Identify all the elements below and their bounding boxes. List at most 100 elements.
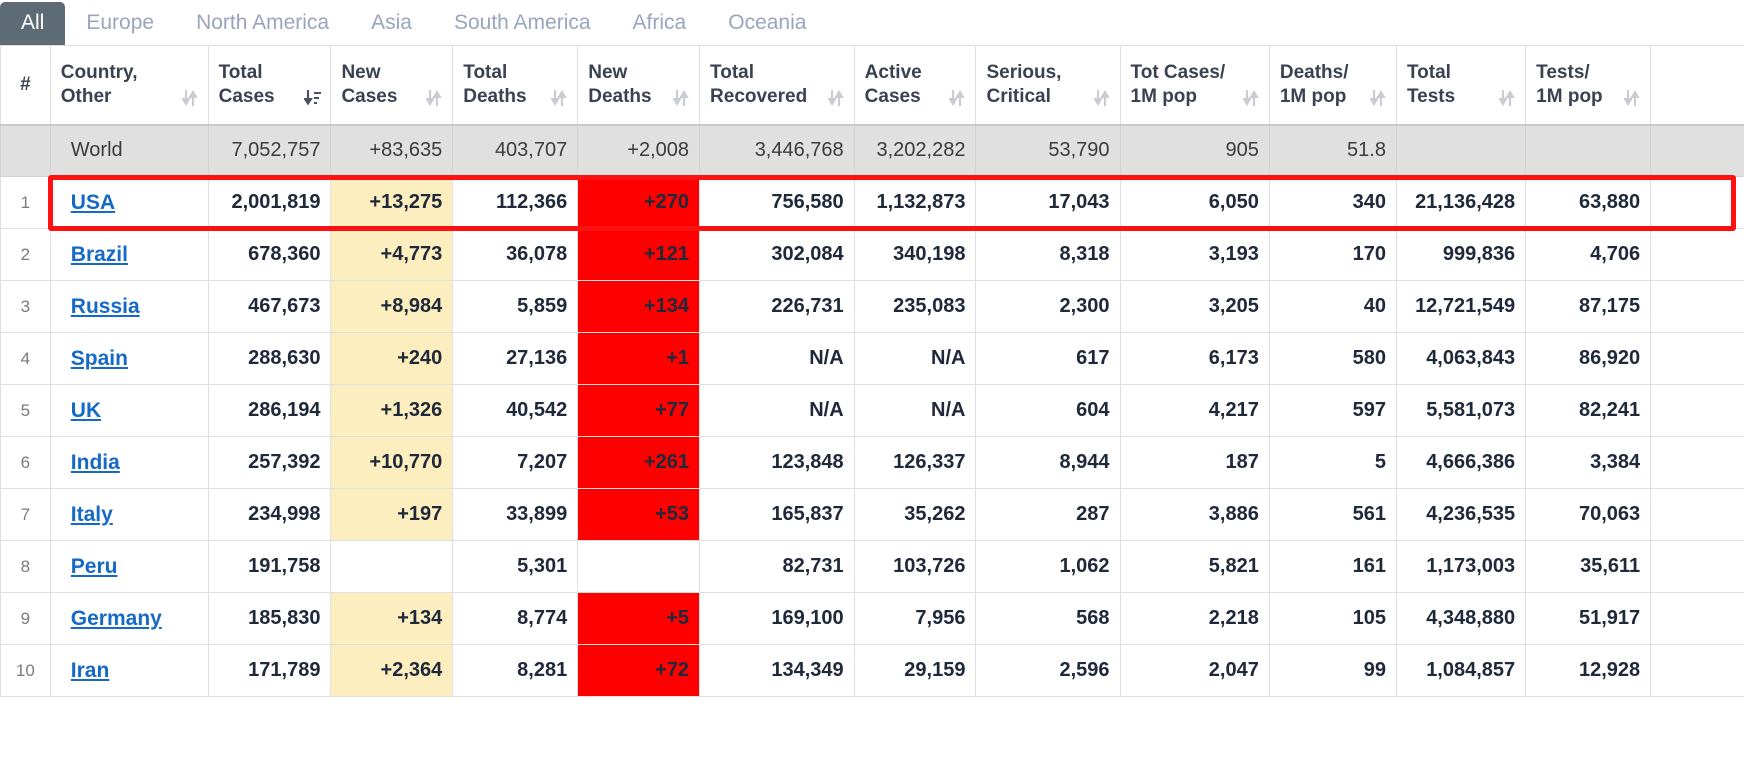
column-header-tests-1m[interactable]: Tests/ 1M pop — [1525, 45, 1652, 125]
sort-toggle-icon[interactable] — [949, 88, 966, 108]
tab-oceania[interactable]: Oceania — [707, 2, 827, 45]
sort-descending-active-icon[interactable] — [304, 88, 322, 108]
cell-total-recovered: 226,731 — [699, 280, 855, 333]
cell-hash — [0, 123, 51, 177]
cell-tests-1m — [1525, 123, 1652, 177]
cell-total-recovered: 165,837 — [699, 488, 855, 541]
cell-hash: 5 — [0, 384, 51, 437]
table-row: 1 USA 2,001,819 +13,275 112,366 +270 756,580 1,… — [0, 176, 1744, 229]
cell-country[interactable]: Brazil — [49, 228, 209, 281]
cell-total-cases: 257,392 — [207, 436, 332, 489]
cell-total-deaths: 8,281 — [452, 644, 579, 697]
tab-europe[interactable]: Europe — [65, 2, 175, 45]
cell-tot-cases-1m: 3,886 — [1119, 488, 1270, 541]
column-header-total-recovered[interactable]: Total Recovered — [699, 45, 855, 125]
sort-toggle-icon[interactable] — [1499, 88, 1515, 108]
column-header-label: Tests/ 1M pop — [1536, 61, 1603, 107]
column-header-total-deaths[interactable]: Total Deaths — [452, 45, 579, 125]
country-link-uk[interactable]: UK — [71, 399, 101, 422]
cell-country[interactable]: Peru — [49, 540, 209, 593]
column-header-label: Deaths/ 1M pop — [1279, 61, 1349, 107]
sort-toggle-icon[interactable] — [426, 88, 442, 108]
cell-hash: 8 — [0, 540, 51, 593]
cell-country[interactable]: Italy — [49, 488, 209, 541]
cell-serious-critical: 2,596 — [975, 644, 1121, 697]
column-header-country[interactable]: Country, Other — [49, 45, 209, 125]
column-header-serious-critical[interactable]: Serious, Critical — [975, 45, 1121, 125]
country-link-iran[interactable]: Iran — [71, 659, 110, 682]
covid-statistics-table: # Country, Other Total Cases New Cases Total… — [0, 45, 1744, 697]
cell-total-recovered: 123,848 — [699, 436, 855, 489]
column-header-total-tests[interactable]: Total Tests — [1395, 45, 1527, 125]
cell-total-deaths: 33,899 — [452, 488, 579, 541]
cell-deaths-1m: 5 — [1268, 436, 1397, 489]
country-link-usa[interactable]: USA — [71, 191, 115, 214]
cell-new-deaths: +270 — [577, 176, 701, 229]
cell-hash: 10 — [0, 644, 51, 697]
cell-country[interactable]: India — [49, 436, 209, 489]
cell-total-tests: 1,173,003 — [1395, 540, 1527, 593]
table-row: 2 Brazil 678,360 +4,773 36,078 +121 302,084 340… — [0, 228, 1744, 281]
cell-tests-1m: 87,175 — [1525, 280, 1652, 333]
cell-total-tests: 21,136,428 — [1395, 176, 1527, 229]
sort-toggle-icon[interactable] — [673, 88, 689, 108]
column-header-extra[interactable] — [1650, 45, 1744, 125]
country-link-spain[interactable]: Spain — [71, 347, 128, 370]
sort-toggle-icon[interactable] — [181, 88, 198, 108]
column-header-new-cases[interactable]: New Cases — [330, 45, 454, 125]
country-link-india[interactable]: India — [71, 451, 120, 474]
cell-total-recovered: 756,580 — [699, 176, 855, 229]
column-header-active-cases[interactable]: Active Cases — [853, 45, 977, 125]
cell-country[interactable]: Russia — [49, 280, 209, 333]
country-link-germany[interactable]: Germany — [71, 607, 162, 630]
country-link-italy[interactable]: Italy — [71, 503, 113, 526]
cell-total-tests — [1395, 123, 1527, 177]
sort-toggle-icon[interactable] — [551, 88, 567, 108]
cell-serious-critical: 53,790 — [975, 123, 1121, 177]
cell-country[interactable]: USA — [49, 176, 209, 229]
cell-hash: 1 — [0, 176, 51, 229]
column-header-hash[interactable]: # — [0, 45, 51, 125]
country-link-brazil[interactable]: Brazil — [71, 243, 128, 266]
cell-active-cases: 103,726 — [853, 540, 977, 593]
country-link-peru[interactable]: Peru — [71, 555, 118, 578]
cell-serious-critical: 568 — [975, 592, 1121, 645]
cell-country[interactable]: UK — [49, 384, 209, 437]
cell-serious-critical: 17,043 — [975, 176, 1121, 229]
cell-tot-cases-1m: 187 — [1119, 436, 1270, 489]
table-row: 6 India 257,392 +10,770 7,207 +261 123,848 126,… — [0, 436, 1744, 489]
cell-tests-1m: 63,880 — [1525, 176, 1652, 229]
tab-south-america[interactable]: South America — [433, 2, 612, 45]
cell-country[interactable]: Germany — [49, 592, 209, 645]
column-header-total-cases[interactable]: Total Cases — [207, 45, 332, 125]
cell-tests-1m: 51,917 — [1525, 592, 1652, 645]
tab-all[interactable]: All — [0, 2, 66, 45]
cell-tot-cases-1m: 6,173 — [1119, 332, 1270, 385]
sort-toggle-icon[interactable] — [1369, 88, 1386, 108]
tab-north-america[interactable]: North America — [175, 2, 350, 45]
cell-tot-cases-1m: 2,218 — [1119, 592, 1270, 645]
cell-deaths-1m: 561 — [1268, 488, 1397, 541]
column-header-label: Tot Cases/ 1M pop — [1130, 61, 1226, 107]
sort-toggle-icon[interactable] — [1093, 88, 1110, 108]
column-header-tot-cases-1m[interactable]: Tot Cases/ 1M pop — [1119, 45, 1270, 125]
column-header-deaths-1m[interactable]: Deaths/ 1M pop — [1268, 45, 1397, 125]
sort-toggle-icon[interactable] — [827, 88, 844, 108]
cell-new-deaths: +5 — [577, 592, 701, 645]
tab-africa[interactable]: Africa — [612, 2, 708, 45]
tab-asia[interactable]: Asia — [350, 2, 433, 45]
cell-new-deaths: +2,008 — [577, 123, 701, 177]
sort-toggle-icon[interactable] — [1624, 88, 1640, 108]
cell-country[interactable]: Spain — [49, 332, 209, 385]
cell-country[interactable]: Iran — [49, 644, 209, 697]
country-link-russia[interactable]: Russia — [71, 295, 140, 318]
cell-hash: 4 — [0, 332, 51, 385]
cell-active-cases: 7,956 — [853, 592, 977, 645]
cell-total-cases: 467,673 — [207, 280, 332, 333]
cell-active-cases: 3,202,282 — [853, 123, 977, 177]
sort-toggle-icon[interactable] — [1242, 88, 1259, 108]
cell-total-recovered: 302,084 — [699, 228, 855, 281]
cell-new-cases: +2,364 — [330, 644, 454, 697]
column-header-new-deaths[interactable]: New Deaths — [577, 45, 701, 125]
column-header-label: Total Tests — [1406, 61, 1456, 107]
